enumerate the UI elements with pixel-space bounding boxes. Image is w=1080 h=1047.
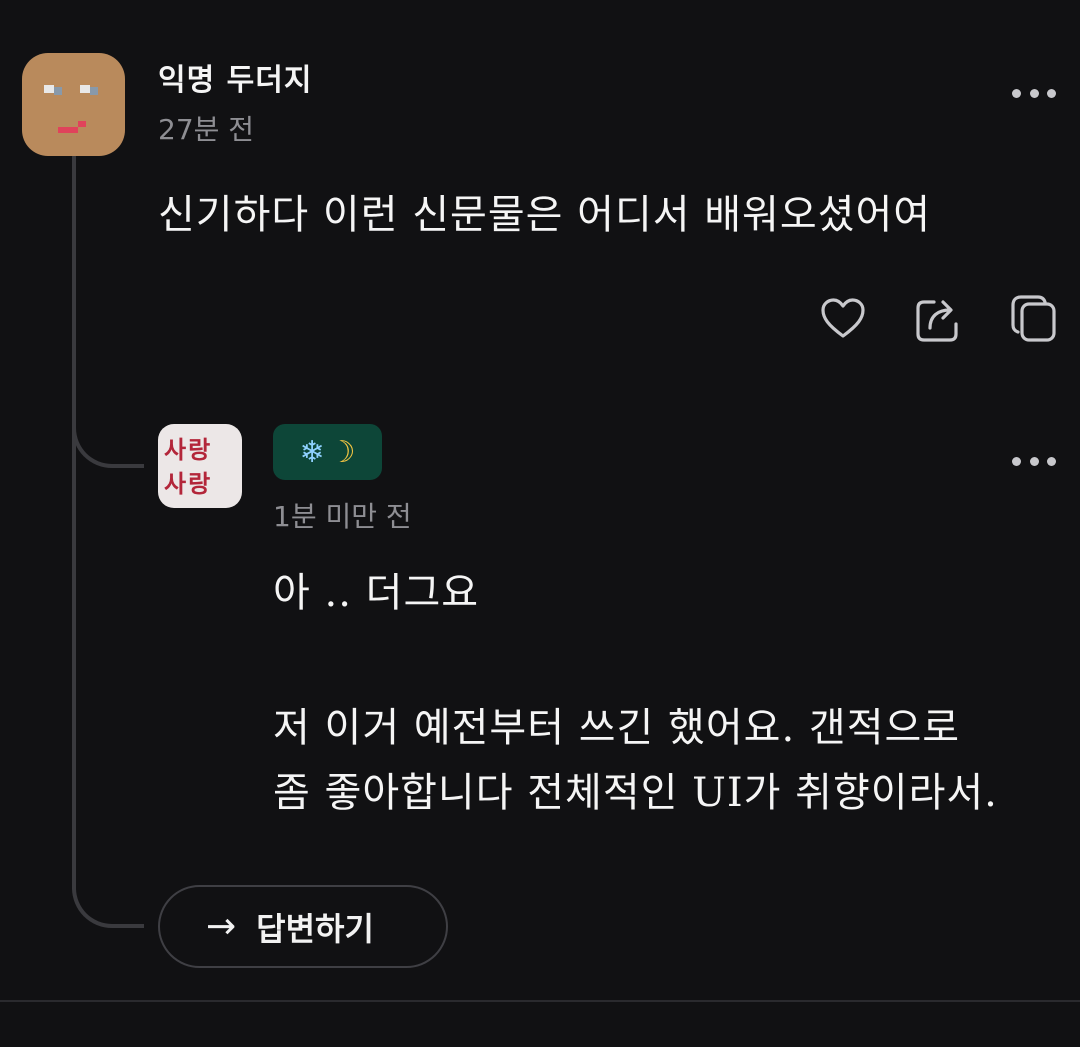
reply-content-line: 아 .. 더그요: [273, 570, 480, 616]
avatar-eye-pixel: [54, 87, 62, 95]
write-reply-button[interactable]: → 답변하기: [158, 885, 448, 968]
more-icon-dot: [1029, 456, 1039, 466]
thread-connector-line: [72, 155, 76, 885]
reply-avatar[interactable]: 사랑 사랑: [158, 424, 242, 508]
avatar-eye-pixel: [44, 85, 54, 93]
more-icon-dot: [1012, 88, 1021, 98]
share-button[interactable]: [912, 294, 962, 344]
avatar-mouth-pixel: [58, 127, 78, 133]
reply-more-options-button[interactable]: [1012, 451, 1056, 471]
more-icon-dot: [1047, 88, 1056, 98]
avatar-image-text: 사랑: [164, 469, 213, 498]
thread-page: 익명 두더지 27분 전 신기하다 이런 신문물은 어디서 배워오셨어여 사랑 …: [0, 0, 1080, 1047]
section-divider: [0, 1000, 1080, 1002]
write-reply-label: 답변하기: [256, 909, 374, 948]
avatar[interactable]: [22, 53, 125, 156]
more-options-button[interactable]: [1012, 83, 1056, 103]
copy-button[interactable]: [1008, 294, 1058, 344]
avatar-image-text: 사랑: [164, 435, 213, 464]
username[interactable]: 익명 두더지: [158, 55, 312, 99]
moon-icon: ☽: [328, 434, 356, 470]
like-button[interactable]: [818, 294, 868, 344]
post-content: 신기하다 이런 신문물은 어디서 배워오셨어여: [158, 192, 932, 238]
thread-connector-curve: [72, 420, 144, 468]
avatar-eye-pixel: [80, 85, 90, 93]
more-icon-dot: [1029, 88, 1039, 98]
reply-username-badge[interactable]: ❄ ☽: [273, 424, 382, 480]
copy-icon: [1011, 295, 1056, 342]
avatar-mouth-pixel: [78, 121, 86, 127]
post-timestamp: 27분 전: [158, 113, 255, 146]
thread-connector-curve: [72, 880, 144, 928]
reply-content-line: 좀 좋아합니다 전체적인 UI가 취향이라서.: [273, 770, 998, 816]
more-icon-dot: [1012, 456, 1021, 466]
share-icon: [916, 300, 958, 342]
reply-content-line: 저 이거 예전부터 쓰긴 했어요. 갠적으로: [273, 705, 961, 751]
heart-icon: [821, 298, 865, 338]
snowflake-icon: ❄: [299, 434, 325, 470]
more-icon-dot: [1047, 456, 1056, 466]
avatar-eye-pixel: [90, 87, 98, 95]
reply-timestamp: 1분 미만 전: [273, 500, 412, 533]
arrow-right-icon: →: [206, 905, 237, 947]
